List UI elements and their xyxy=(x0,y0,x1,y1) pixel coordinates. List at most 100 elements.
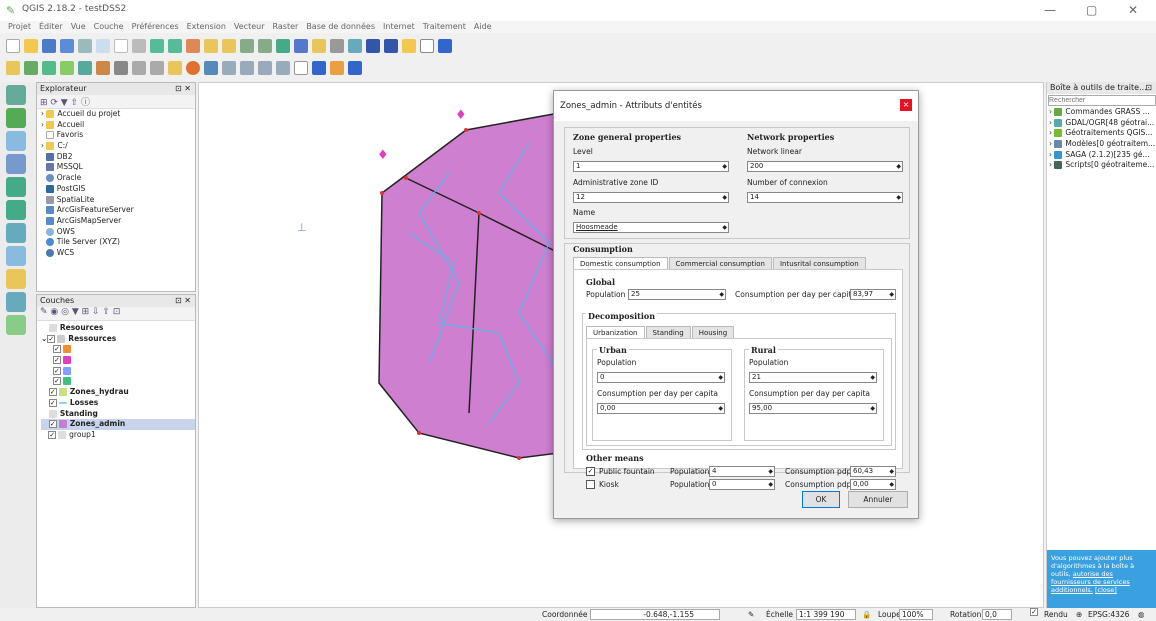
text-annotation-icon[interactable] xyxy=(420,39,434,53)
add-feature-icon[interactable] xyxy=(42,61,56,75)
urban-population-value[interactable]: 0 ◆ xyxy=(597,372,725,383)
level-input[interactable]: 1 ◆ xyxy=(573,161,729,172)
print-composer-icon[interactable] xyxy=(78,39,92,53)
zoom-last-icon[interactable] xyxy=(240,39,254,53)
menu-projet[interactable]: Projet xyxy=(8,21,31,33)
menu-traitement[interactable]: Traitement xyxy=(423,21,466,33)
menu-base-de-donnees[interactable]: Base de données xyxy=(306,21,375,33)
layer-item-selected[interactable]: ✓ Zones_admin xyxy=(41,419,195,430)
layer-item[interactable]: ✓ xyxy=(41,344,195,355)
add-wcs-icon[interactable] xyxy=(6,200,26,220)
help-icon[interactable] xyxy=(438,39,452,53)
zoom-selection-icon[interactable] xyxy=(222,39,236,53)
new-project-icon[interactable] xyxy=(6,39,20,53)
add-mssql-icon[interactable] xyxy=(6,269,26,289)
menu-preferences[interactable]: Préférences xyxy=(132,21,179,33)
undo-icon[interactable] xyxy=(348,61,362,75)
browser-item[interactable]: Tile Server (XYZ) xyxy=(41,237,195,248)
browser-item[interactable]: SpatiaLite xyxy=(41,195,195,206)
cancel-button[interactable]: Annuler xyxy=(848,491,908,508)
rural-consumption-value[interactable]: 95,00 ◆ xyxy=(749,403,877,414)
statistics-icon[interactable] xyxy=(366,39,380,53)
dialog-close-button[interactable]: × xyxy=(900,99,912,111)
layer-item[interactable]: Resources xyxy=(41,323,195,334)
name-input[interactable]: Hoosmeade ◆ xyxy=(573,222,729,233)
pin-labels-icon[interactable] xyxy=(186,61,200,75)
menu-raster[interactable]: Raster xyxy=(273,21,299,33)
toolbox-item[interactable]: › SAGA (2.1.2)[235 gé... xyxy=(1047,150,1156,161)
label-icon[interactable] xyxy=(168,61,182,75)
toolbox-item[interactable]: › Modèles[0 géotraitem... xyxy=(1047,139,1156,150)
public-fountain-checkbox[interactable]: ✓ xyxy=(586,467,595,476)
rural-population-value[interactable]: 21 ◆ xyxy=(749,372,877,383)
add-raster-layer-icon[interactable] xyxy=(6,108,26,128)
browser-item[interactable]: OWS xyxy=(41,227,195,238)
layer-item[interactable]: ✓ xyxy=(41,355,195,366)
network-linear-input[interactable]: 200 ◆ xyxy=(747,161,903,172)
layer-item[interactable]: Standing xyxy=(41,409,195,420)
connexion-input[interactable]: 14 ◆ xyxy=(747,192,903,203)
paste-features-icon[interactable] xyxy=(150,61,164,75)
toolbox-item[interactable]: › Scripts[0 géotraiteme... xyxy=(1047,160,1156,171)
node-tool-icon[interactable] xyxy=(78,61,92,75)
layer-item[interactable]: ✓ Zones_hydrau xyxy=(41,387,195,398)
change-label-icon[interactable] xyxy=(258,61,272,75)
close-window-button[interactable]: ✕ xyxy=(1128,3,1138,17)
toggle-edit-icon[interactable] xyxy=(6,61,20,75)
browser-item[interactable]: ArcGisMapServer xyxy=(41,216,195,227)
panel-close-icon[interactable]: ⊡ ✕ xyxy=(175,295,191,307)
pan-icon[interactable] xyxy=(114,39,128,53)
coordinate-field[interactable]: -0.648,-1.155 xyxy=(590,609,720,620)
browser-item[interactable]: Oracle xyxy=(41,173,195,184)
refresh-icon[interactable] xyxy=(276,39,290,53)
identify-icon[interactable] xyxy=(294,39,308,53)
render-checkbox[interactable]: ✓ xyxy=(1030,608,1038,616)
browser-item[interactable]: Favoris xyxy=(41,130,195,141)
panel-close-icon[interactable]: ⊡ xyxy=(1145,82,1152,94)
zoom-in-icon[interactable] xyxy=(150,39,164,53)
menu-vue[interactable]: Vue xyxy=(71,21,86,33)
layer-item[interactable]: ✓ xyxy=(41,366,195,377)
rotation-field[interactable]: 0,0 xyxy=(982,609,1012,620)
browser-item[interactable]: › Accueil xyxy=(41,120,195,131)
magnifier-field[interactable]: 100% xyxy=(899,609,933,620)
toolbox-item[interactable]: › Commandes GRASS ... xyxy=(1047,107,1156,118)
show-hide-labels-icon[interactable] xyxy=(204,61,218,75)
diagram-icon[interactable] xyxy=(276,61,290,75)
browser-item[interactable]: WCS xyxy=(41,248,195,259)
toolbox-search-input[interactable] xyxy=(1048,95,1156,106)
browser-item[interactable]: PostGIS xyxy=(41,184,195,195)
menu-aide[interactable]: Aide xyxy=(474,21,492,33)
layer-item[interactable]: ✓ xyxy=(41,376,195,387)
copy-features-icon[interactable] xyxy=(132,61,146,75)
layer-item[interactable]: ✓ Losses xyxy=(41,398,195,409)
add-wfs-icon[interactable] xyxy=(6,223,26,243)
kiosk-checkbox[interactable] xyxy=(586,480,595,489)
add-postgis-icon[interactable] xyxy=(6,246,26,266)
attribute-table-icon[interactable] xyxy=(348,39,362,53)
select-features-icon[interactable] xyxy=(312,39,326,53)
menu-vecteur[interactable]: Vecteur xyxy=(234,21,265,33)
browser-item[interactable]: MSSQL xyxy=(41,162,195,173)
toolbox-item[interactable]: › GDAL/OGR[48 géotrai... xyxy=(1047,118,1156,129)
composer-manager-icon[interactable] xyxy=(96,39,110,53)
pan-to-selection-icon[interactable] xyxy=(132,39,146,53)
add-wms-icon[interactable] xyxy=(6,177,26,197)
save-project-icon[interactable] xyxy=(42,39,56,53)
cpdpc-input[interactable]: 83,97 ◆ xyxy=(850,289,896,300)
add-spatialite-icon[interactable] xyxy=(6,154,26,174)
add-vector-layer-icon[interactable] xyxy=(6,85,26,105)
scale-icon[interactable]: ✎ xyxy=(748,608,754,621)
delete-selected-icon[interactable] xyxy=(96,61,110,75)
browser-item[interactable]: ArcGisFeatureServer xyxy=(41,205,195,216)
rotate-label-icon[interactable] xyxy=(240,61,254,75)
move-feature-icon[interactable] xyxy=(60,61,74,75)
zoom-next-icon[interactable] xyxy=(258,39,272,53)
layer-group[interactable]: ⌄✓ Ressources xyxy=(41,334,195,345)
fountain-consumption-input[interactable]: 60,43 ◆ xyxy=(850,466,896,477)
menu-editer[interactable]: Éditer xyxy=(39,21,63,33)
crs-label[interactable]: EPSG:4326 xyxy=(1088,608,1129,621)
ok-button[interactable]: OK xyxy=(802,491,840,508)
cut-features-icon[interactable] xyxy=(114,61,128,75)
lock-scale-icon[interactable]: 🔒 xyxy=(862,608,871,621)
